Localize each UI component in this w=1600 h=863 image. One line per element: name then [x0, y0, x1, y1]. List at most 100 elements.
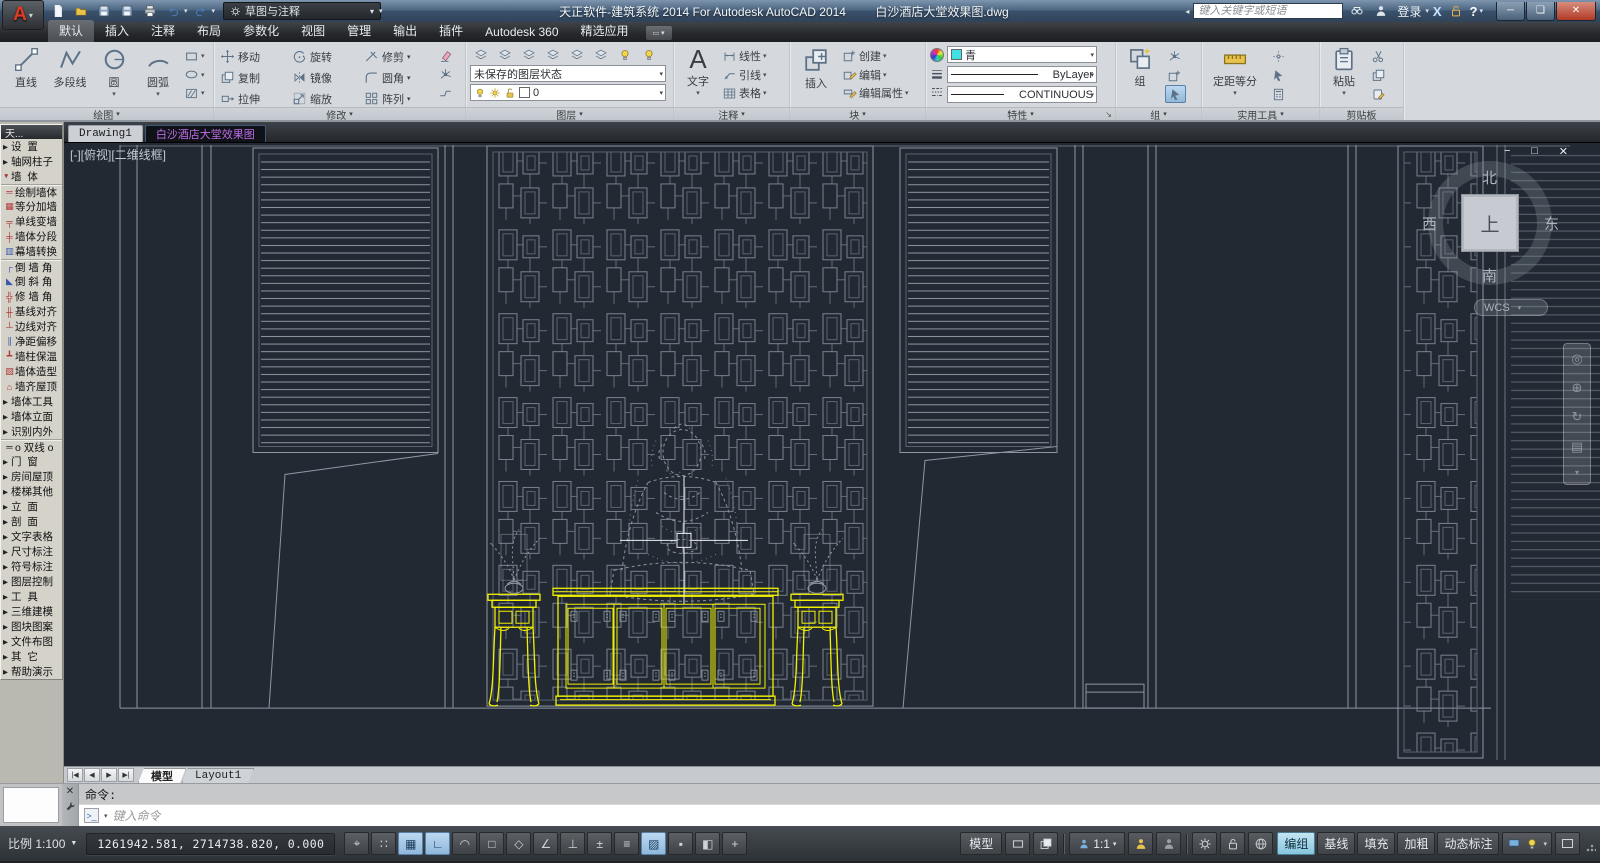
- layer-state-combo[interactable]: 未保存的图层状态▾: [470, 65, 666, 82]
- status-toggle[interactable]: ◇: [506, 832, 531, 855]
- status-toggle[interactable]: ◧: [695, 832, 720, 855]
- modify-tool[interactable]: 镜像 ▾: [290, 67, 362, 88]
- layer-isolate-button[interactable]: [542, 46, 563, 63]
- recent-commands-dropdown[interactable]: ▾: [104, 812, 108, 820]
- palette-item[interactable]: 文字表格: [1, 529, 62, 544]
- pan-icon[interactable]: ⊕: [1572, 380, 1583, 396]
- infocenter-collapse-arrow[interactable]: ◂: [1185, 7, 1189, 16]
- ribbon-tab[interactable]: 输出: [382, 20, 428, 42]
- tianzheng-status-toggle[interactable]: 加粗: [1397, 832, 1435, 855]
- palette-item[interactable]: 识别内外: [1, 424, 62, 439]
- palette-item[interactable]: 三维建模: [1, 604, 62, 619]
- status-toggle[interactable]: ±: [587, 832, 612, 855]
- status-toggle[interactable]: ▨: [641, 832, 666, 855]
- panel-title-draw[interactable]: 绘图▾: [0, 107, 213, 120]
- user-icon[interactable]: [1371, 2, 1391, 20]
- palette-item[interactable]: ▧ 墙体造型: [1, 364, 62, 379]
- palette-item[interactable]: ╫ 基线对齐: [1, 304, 62, 319]
- status-toggle[interactable]: ∠: [533, 832, 558, 855]
- object-color-combo[interactable]: 青▾: [947, 46, 1097, 63]
- ribbon-tab[interactable]: Autodesk 360: [474, 23, 569, 42]
- annotation-visibility-button[interactable]: [1128, 832, 1153, 855]
- ribbon-button[interactable]: 多段线 ▾: [48, 44, 92, 105]
- ribbon-tab[interactable]: 管理: [336, 20, 382, 42]
- modify-tool[interactable]: 修剪 ▾: [362, 46, 434, 67]
- ribbon-button[interactable]: 直线 ▾: [4, 44, 48, 105]
- viewcube-west[interactable]: 西: [1422, 213, 1437, 234]
- palette-item[interactable]: 门 窗: [1, 454, 62, 469]
- color-wheel-icon[interactable]: [930, 48, 944, 62]
- lock-icon[interactable]: [1446, 2, 1466, 20]
- quick-select-button[interactable]: [1269, 66, 1288, 84]
- ribbon-tab[interactable]: 注释: [140, 20, 186, 42]
- measure-button[interactable]: 定距等分 ▾: [1206, 44, 1264, 106]
- palette-title[interactable]: 天...: [1, 125, 62, 139]
- palette-item[interactable]: ╪ 墙体分段: [1, 229, 62, 244]
- last-tab-button[interactable]: ▶|: [118, 768, 134, 782]
- palette-item[interactable]: ╤ 单线变墙: [1, 214, 62, 229]
- ungroup-button[interactable]: [1165, 47, 1186, 65]
- panel-title-group[interactable]: 组▾: [1116, 107, 1201, 120]
- workspace-switcher[interactable]: 草图与注释 ▾: [223, 2, 381, 20]
- viewcube-south[interactable]: 南: [1482, 265, 1497, 286]
- minimize-button[interactable]: ─: [1496, 2, 1525, 21]
- ribbon-tab[interactable]: 默认: [48, 20, 94, 42]
- sign-in-dropdown[interactable]: ▾: [1425, 7, 1429, 15]
- palette-item[interactable]: 工 具: [1, 589, 62, 604]
- resize-grip[interactable]: [1586, 842, 1596, 852]
- rectangle-button[interactable]: ▾: [182, 47, 207, 65]
- linetype-combo[interactable]: CONTINUOUS▾: [947, 86, 1097, 103]
- block-tool[interactable]: 编辑属性 ▾: [840, 84, 911, 102]
- palette-item[interactable]: 图块图案: [1, 619, 62, 634]
- layer-off-button[interactable]: [590, 46, 611, 63]
- palette-item[interactable]: 墙体工具: [1, 394, 62, 409]
- ribbon-tab[interactable]: 精选应用: [570, 20, 640, 42]
- command-input-line[interactable]: >_ ▾ 键入命令: [79, 804, 1600, 826]
- clean-screen-button[interactable]: [1555, 832, 1580, 855]
- status-toggle[interactable]: +: [722, 832, 747, 855]
- palette-item[interactable]: 符号标注: [1, 559, 62, 574]
- palette-item[interactable]: ┌ 倒 墙 角: [1, 259, 62, 274]
- palette-item[interactable]: 图层控制: [1, 574, 62, 589]
- viewcube-east[interactable]: 东: [1544, 213, 1559, 234]
- wrench-icon[interactable]: [65, 801, 76, 812]
- search-icon[interactable]: [1347, 2, 1367, 20]
- panel-title-modify[interactable]: 修改▾: [214, 107, 465, 120]
- panel-title-block[interactable]: 块▾: [790, 107, 925, 120]
- ribbon-button[interactable]: 圆 ▾: [92, 44, 136, 105]
- drawing-viewport[interactable]: [-][俯视][二维线框] − □ ✕ 北 南 西 东 上 WCS▾ ◎ ⊕ ↻: [64, 142, 1600, 766]
- scale-selector[interactable]: 比例 1:100▼: [4, 835, 81, 852]
- palette-item[interactable]: 设 置: [1, 139, 62, 154]
- palette-item[interactable]: ▦ 等分加墙: [1, 199, 62, 214]
- palette-item[interactable]: ▥ 幕墙转换: [1, 244, 62, 259]
- palette-item[interactable]: ◣ 倒 斜 角: [1, 274, 62, 289]
- block-tool[interactable]: 编辑 ▾: [840, 66, 911, 84]
- layer-properties-button[interactable]: [470, 46, 491, 63]
- panel-title-properties[interactable]: 特性▾↘: [926, 107, 1115, 120]
- redo-button[interactable]: [191, 2, 211, 20]
- model-space-button[interactable]: 模型: [960, 832, 1002, 855]
- modify-tool[interactable]: 复制 ▾: [218, 67, 290, 88]
- navbar-more-icon[interactable]: ▾: [1575, 468, 1579, 477]
- document-tab[interactable]: 白沙酒店大堂效果图: [145, 125, 266, 142]
- undo-button[interactable]: [163, 2, 183, 20]
- plot-button[interactable]: [140, 2, 160, 20]
- tianzheng-status-toggle[interactable]: 基线: [1317, 832, 1355, 855]
- lineweight-icon[interactable]: [930, 67, 944, 81]
- group-selection-toggle[interactable]: [1165, 85, 1186, 103]
- layout-tab[interactable]: 模型: [138, 768, 186, 783]
- linetype-icon[interactable]: [930, 85, 944, 99]
- annotation-autoscale-button[interactable]: [1156, 832, 1181, 855]
- block-tool[interactable]: 创建 ▾: [840, 47, 911, 65]
- quick-calc-button[interactable]: [1269, 85, 1288, 103]
- panel-title-utilities[interactable]: 实用工具▾: [1202, 107, 1319, 120]
- annotation-scale-button[interactable]: 1:1▾: [1069, 832, 1125, 855]
- modify-tool[interactable]: 圆角 ▾: [362, 67, 434, 88]
- panel-title-clipboard[interactable]: 剪贴板: [1320, 107, 1403, 120]
- close-button[interactable]: ✕: [1556, 2, 1596, 21]
- status-toggle[interactable]: ∷: [371, 832, 396, 855]
- infocenter-search-input[interactable]: [1193, 3, 1343, 19]
- palette-item[interactable]: 墙 体: [1, 169, 62, 184]
- maximize-button[interactable]: ❏: [1526, 2, 1555, 21]
- quick-view-drawings-button[interactable]: [1033, 832, 1058, 855]
